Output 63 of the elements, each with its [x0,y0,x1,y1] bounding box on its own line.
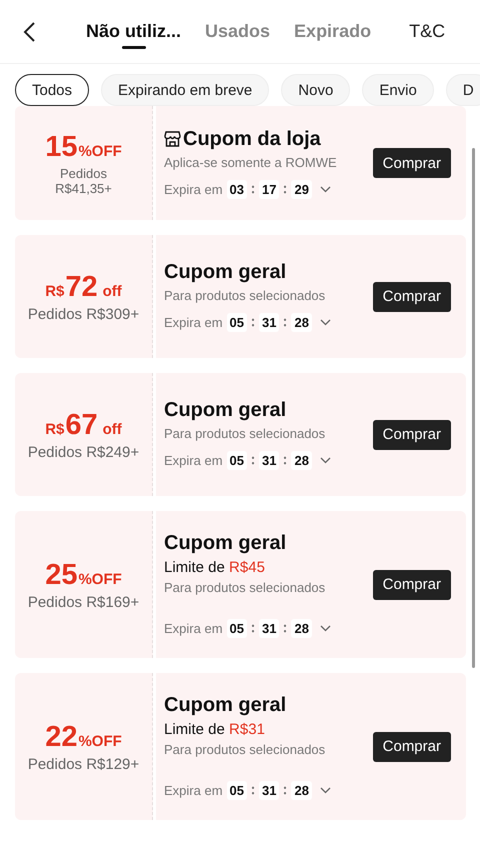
timer-digits: 05 [226,618,247,638]
coupon-note: Para produtos selecionados [164,288,326,303]
timer-digits: 28 [291,780,312,800]
buy-button[interactable]: Comprar [372,570,451,600]
limit-text: Limite de R$31 [164,720,266,738]
chevron-down-icon[interactable] [320,624,331,632]
chevron-down-icon[interactable] [320,186,331,192]
filter-chip[interactable]: Novo [281,74,350,106]
timer-digits: 28 [291,618,312,638]
terms-link[interactable]: T&C [409,21,446,42]
timer-digits: 31 [259,618,280,638]
expiry-label: Expira em [164,182,223,196]
filter-chip[interactable]: Expirando em breve [101,74,270,106]
coupon-note: Aplica-se somente a ROMWE [164,154,338,170]
minimum-order: Pedidos R$41,35+ [55,166,112,196]
buy-button[interactable]: Comprar [372,732,451,762]
timer-digits: 31 [259,313,280,332]
minimum-order: Pedidos R$249+ [28,444,140,460]
timer-digits: 05 [226,780,247,800]
expiry-label: Expira em [164,782,223,798]
filter-chip[interactable]: D [446,74,480,106]
timer-digits: 03 [226,180,247,198]
coupon-title: Cupom da loja [183,128,321,150]
store-icon [164,131,181,147]
timer-digits: 28 [291,451,312,470]
buy-button[interactable]: Comprar [372,420,451,450]
chevron-down-icon[interactable] [320,786,331,794]
discount-value: 22%OFF [45,720,122,754]
tab[interactable]: Não utiliz... [86,14,182,48]
discount-value: 25%OFF [45,558,122,592]
minimum-order: Pedidos R$309+ [28,306,140,322]
buy-button[interactable]: Comprar [372,282,451,312]
coupon-title: Cupom geral [164,694,286,716]
coupon-title: Cupom geral [164,399,286,422]
expiry-label: Expira em [164,315,223,330]
minimum-order: Pedidos R$129+ [28,756,140,772]
tab[interactable]: Expirado [294,14,372,48]
coupon-title: Cupom geral [164,261,286,284]
tab[interactable]: Usados [205,14,270,48]
discount-value: 15%OFF [45,130,122,164]
back-icon[interactable] [22,20,36,42]
limit-text: Limite de R$45 [164,558,266,576]
timer-digits: 05 [226,451,247,470]
coupon-note: Para produtos selecionados [164,426,326,441]
filter-chip[interactable]: Todos [15,74,90,106]
minimum-order: Pedidos R$169+ [28,594,140,610]
chevron-down-icon[interactable] [320,319,331,326]
timer-digits: 31 [259,780,280,800]
coupon-title: Cupom geral [164,532,286,554]
timer-digits: 28 [291,313,312,332]
discount-value: R$72 off [45,270,122,304]
expiry-label: Expira em [164,453,223,468]
expiry-label: Expira em [164,620,223,636]
coupon-note: Para produtos selecionados [164,742,326,756]
chevron-down-icon[interactable] [320,457,331,464]
coupon-note: Para produtos selecionados [164,580,326,594]
timer-digits: 05 [226,313,247,332]
timer-digits: 29 [291,180,312,198]
buy-button[interactable]: Comprar [372,148,451,178]
discount-value: R$67 off [45,408,122,442]
timer-digits: 31 [259,451,280,470]
filter-chip[interactable]: Envio [362,74,434,106]
timer-digits: 17 [259,180,280,198]
